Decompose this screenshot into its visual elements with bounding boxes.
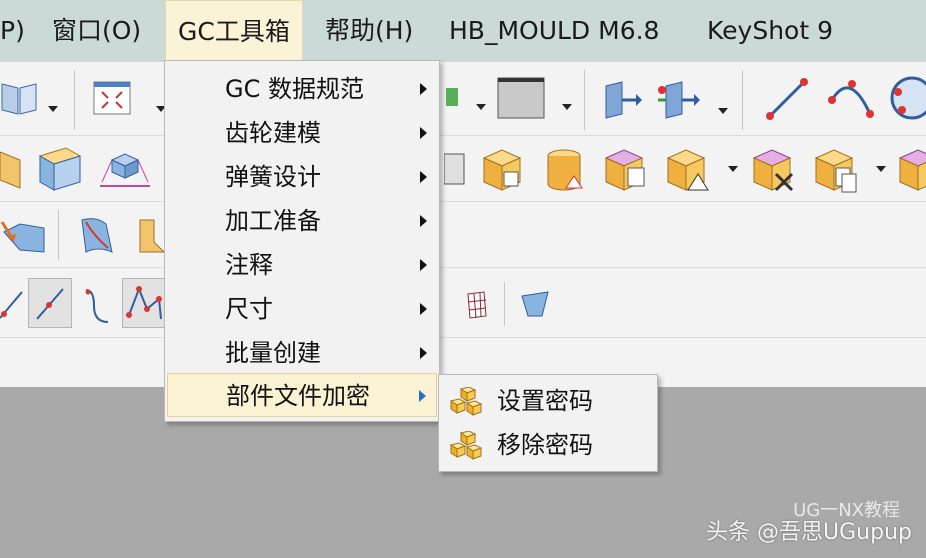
- menu-item-dimension[interactable]: 尺寸: [167, 287, 437, 331]
- dropdown-arrow-icon[interactable]: [728, 166, 738, 172]
- menu-item-gear-modeling[interactable]: 齿轮建模: [167, 111, 437, 155]
- cube-subtract-icon[interactable]: [478, 146, 528, 196]
- submenu-arrow-icon: [420, 303, 427, 315]
- menu-item-annotation[interactable]: 注释: [167, 243, 437, 287]
- submenu-arrow-icon: [420, 83, 427, 95]
- toolbar-row-3: [0, 202, 926, 268]
- project-curve-icon[interactable]: [0, 212, 48, 260]
- blank-window-icon[interactable]: [496, 76, 548, 120]
- menu-item-batch-create[interactable]: 批量创建: [167, 331, 437, 375]
- book-icon[interactable]: [0, 78, 40, 118]
- sheet-body-icon[interactable]: [0, 146, 26, 192]
- menu-item-machining-prep[interactable]: 加工准备: [167, 199, 437, 243]
- copy-face-icon[interactable]: [812, 146, 862, 196]
- toolbar-row-2: [0, 136, 926, 202]
- submenu-item-label: 移除密码: [497, 431, 593, 459]
- arc-icon[interactable]: [826, 74, 876, 124]
- menu-window[interactable]: 窗口(O): [40, 0, 153, 62]
- menu-item-gc-data-standard[interactable]: GC 数据规范: [167, 67, 437, 111]
- menu-keyshot[interactable]: KeyShot 9: [695, 0, 845, 62]
- toolbar-separator: [58, 210, 59, 260]
- menu-hb-mould[interactable]: HB_MOULD M6.8: [437, 0, 671, 62]
- toolbar-toggle-box[interactable]: [122, 278, 166, 328]
- swept-surface-icon[interactable]: [72, 212, 120, 260]
- cube-projection-icon[interactable]: [98, 146, 152, 192]
- toolbar-toggle-box[interactable]: [28, 278, 72, 328]
- toolbar-row-1: [0, 62, 926, 136]
- menu-bar: P) 窗口(O) GC工具箱 帮助(H) HB_MOULD M6.8 KeySh…: [0, 0, 926, 62]
- menu-item-label: 齿轮建模: [225, 119, 321, 147]
- gc-toolbox-menu: GC 数据规范 齿轮建模 弹簧设计 加工准备 注释 尺寸 批量创建 部件文件加密: [164, 60, 440, 422]
- submenu-arrow-icon: [420, 171, 427, 183]
- dropdown-arrow-icon[interactable]: [48, 106, 58, 112]
- dropdown-arrow-icon[interactable]: [476, 104, 486, 110]
- menu-item-part-encryption[interactable]: 部件文件加密: [167, 373, 437, 417]
- part-encryption-submenu: 设置密码 移除密码: [438, 374, 658, 472]
- toolbar-separator: [742, 70, 743, 130]
- submenu-arrow-icon: [420, 215, 427, 227]
- menu-item-label: 加工准备: [225, 207, 321, 235]
- cylinder-icon[interactable]: [540, 146, 590, 196]
- menu-item-set-password[interactable]: 设置密码: [441, 379, 655, 423]
- toolbar-separator: [504, 282, 505, 326]
- blue-face-icon[interactable]: [518, 288, 552, 322]
- delete-face-icon[interactable]: [750, 146, 800, 196]
- menu-item-label: 尺寸: [225, 295, 273, 323]
- cube-replace-icon[interactable]: [602, 146, 652, 196]
- partial-cube-icon[interactable]: [444, 150, 468, 190]
- fit-view-icon[interactable]: [92, 78, 132, 118]
- cube-draft-icon[interactable]: [664, 146, 714, 196]
- submenu-arrow-icon: [420, 259, 427, 271]
- yellow-surface-icon[interactable]: [136, 212, 166, 260]
- move-face-icon[interactable]: [600, 78, 644, 122]
- watermark-handle: UG一NX教程: [793, 500, 900, 521]
- grid-table-icon[interactable]: [464, 290, 490, 320]
- menu-item-label: 部件文件加密: [226, 382, 370, 410]
- dropdown-arrow-icon[interactable]: [562, 104, 572, 110]
- green-shape-icon[interactable]: [444, 84, 460, 110]
- menu-item-remove-password[interactable]: 移除密码: [441, 423, 655, 467]
- spline-icon[interactable]: [80, 280, 114, 328]
- submenu-arrow-icon: [420, 127, 427, 139]
- menu-gc-toolbox[interactable]: GC工具箱: [165, 0, 303, 62]
- line-segment-icon[interactable]: [0, 282, 26, 326]
- submenu-item-label: 设置密码: [497, 387, 593, 415]
- extrude-block-icon[interactable]: [36, 144, 84, 194]
- dropdown-arrow-icon[interactable]: [718, 108, 728, 114]
- menu-item-label: 注释: [225, 251, 273, 279]
- cube-icon[interactable]: [896, 146, 926, 196]
- menu-partial-p[interactable]: P): [0, 0, 37, 62]
- yellow-cubes-icon: [449, 387, 483, 416]
- toolbar-separator: [74, 70, 75, 130]
- submenu-arrow-icon: [420, 347, 427, 359]
- yellow-cubes-icon: [449, 431, 483, 460]
- toolbar-area: [0, 62, 926, 387]
- offset-face-icon[interactable]: [654, 78, 704, 122]
- menu-item-label: 弹簧设计: [225, 163, 321, 191]
- menu-item-spring-design[interactable]: 弹簧设计: [167, 155, 437, 199]
- toolbar-row-4: [0, 268, 926, 338]
- submenu-arrow-icon: [419, 390, 426, 402]
- polyline-icon: [126, 286, 162, 320]
- menu-item-label: GC 数据规范: [225, 75, 364, 103]
- circle-icon[interactable]: [886, 74, 926, 124]
- line-icon[interactable]: [762, 74, 812, 124]
- menu-help[interactable]: 帮助(H): [313, 0, 425, 62]
- menu-item-label: 批量创建: [225, 339, 321, 367]
- toolbar-separator: [584, 70, 585, 130]
- dropdown-arrow-icon[interactable]: [876, 166, 886, 172]
- line-tangent-icon: [36, 288, 64, 320]
